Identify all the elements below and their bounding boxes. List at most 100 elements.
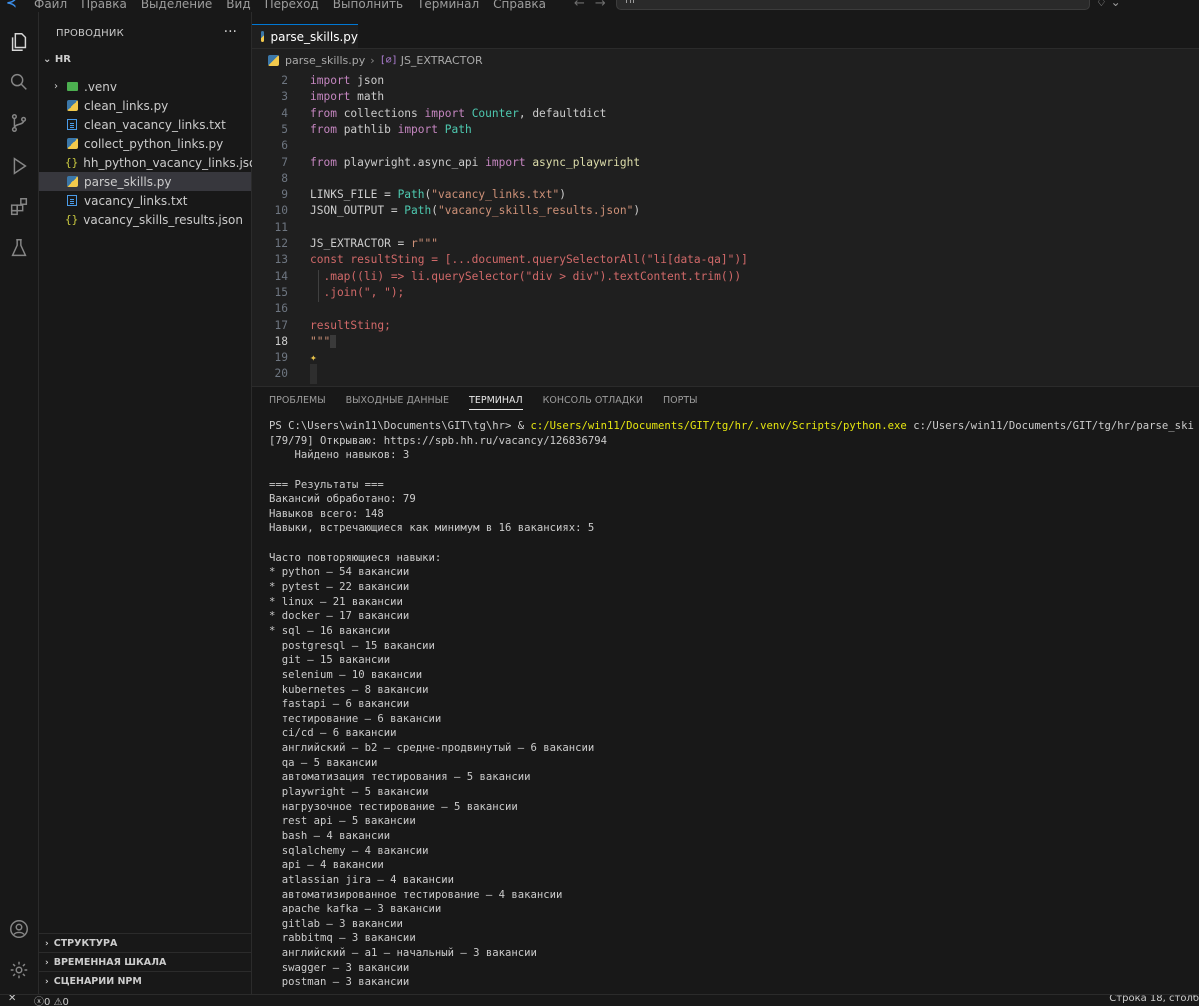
explorer-icon[interactable] — [5, 28, 33, 56]
panel-tab-debug-console[interactable]: КОНСОЛЬ ОТЛАДКИ — [543, 395, 643, 410]
terminal-line: Часто повторяющиеся навыки: — [269, 551, 442, 564]
panel-tab-problems[interactable]: ПРОБЛЕМЫ — [269, 395, 326, 410]
tree-item-label: vacancy_links.txt — [84, 193, 188, 208]
terminal-line: playwright — 5 вакансии — [269, 786, 429, 799]
line-number: 20 — [274, 367, 288, 381]
menu-selection[interactable]: Выделение — [141, 0, 212, 11]
sparkle-icon[interactable]: ✦ — [310, 351, 317, 364]
terminal-line: bash — 4 вакансии — [269, 829, 391, 842]
terminal-line: rest api — 5 вакансии — [269, 815, 416, 828]
section-label: ВРЕМЕННАЯ ШКАЛА — [53, 957, 167, 968]
tab-parse-skills-py[interactable]: parse_skills.py — [252, 24, 358, 48]
extensions-icon[interactable] — [5, 193, 33, 221]
tree-item-label: clean_vacancy_links.txt — [84, 117, 226, 132]
chevron-right-icon: › — [45, 976, 49, 987]
tree-file-parse-skills-py[interactable]: parse_skills.py — [39, 172, 251, 191]
panel-tab-output[interactable]: ВЫХОДНЫЕ ДАННЫЕ — [346, 395, 449, 410]
terminal-command: c:/Users/win11/Documents/GIT/tg/hr/.venv… — [530, 420, 907, 432]
text-file-icon — [67, 195, 77, 206]
tree-item-label: clean_links.py — [84, 98, 169, 113]
breadcrumb-symbol[interactable]: JS_EXTRACTOR — [401, 54, 483, 67]
line-number: 5 — [281, 122, 288, 136]
bottom-panel: ПРОБЛЕМЫ ВЫХОДНЫЕ ДАННЫЕ ТЕРМИНАЛ КОНСОЛ… — [252, 386, 1199, 995]
line-number: 12 — [274, 237, 288, 250]
code-line: import math — [310, 90, 385, 104]
tree-file-collect-python-links-py[interactable]: collect_python_links.py — [39, 134, 279, 153]
terminal-line: postgresql — 15 вакансии — [269, 639, 435, 652]
problems-indicator[interactable]: ⓧ0 ⚠0 — [34, 995, 69, 1006]
menu-go[interactable]: Переход — [265, 0, 319, 11]
python-file-icon — [268, 54, 279, 66]
terminal-output[interactable]: PS C:\Users\win11\Documents\GIT\tg\hr> &… — [269, 419, 1194, 990]
terminal-line: тестирование — 6 вакансии — [269, 712, 442, 725]
account-icon[interactable] — [5, 915, 33, 943]
chevron-right-icon: › — [370, 53, 375, 67]
menu-help[interactable]: Справка — [493, 0, 546, 11]
code-line: .map((li) => li.querySelector("div > div… — [310, 269, 742, 283]
panel-tab-terminal[interactable]: ТЕРМИНАЛ — [469, 395, 523, 410]
menu-edit[interactable]: Правка — [81, 0, 127, 11]
copilot-icon[interactable]: ♢ ⌄ — [1096, 0, 1121, 9]
workspace-root-label: HR — [54, 54, 71, 65]
breadcrumb-file[interactable]: parse_skills.py — [285, 54, 365, 67]
code-line: const resultSting = [...document.querySe… — [310, 253, 748, 267]
search-icon[interactable] — [5, 68, 33, 96]
run-debug-icon[interactable] — [5, 152, 33, 180]
terminal-line: qa — 5 вакансии — [269, 756, 378, 769]
panel-tab-ports[interactable]: ПОРТЫ — [663, 395, 698, 410]
line-number: 4 — [281, 106, 288, 120]
more-actions-icon[interactable]: ··· — [224, 24, 237, 40]
tree-file-clean-links-py[interactable]: clean_links.py — [39, 96, 279, 115]
section-outline[interactable]: › СТРУКТУРА — [39, 933, 251, 953]
section-timeline[interactable]: › ВРЕМЕННАЯ ШКАЛА — [39, 952, 251, 972]
terminal-lines: [79/79] Открываю: https://spb.hh.ru/vaca… — [269, 434, 1194, 990]
json-file-icon: {} — [65, 156, 79, 169]
terminal-line: kubernetes — 8 вакансии — [269, 683, 429, 696]
menu-view[interactable]: Вид — [226, 0, 250, 11]
line-number: 11 — [274, 220, 288, 234]
terminal-line: apache kafka — 3 вакансии — [269, 903, 442, 916]
terminal-line: Навыков всего: 148 — [269, 507, 384, 520]
testing-icon[interactable] — [5, 234, 33, 262]
code-line: JS_EXTRACTOR = r""" — [310, 237, 438, 250]
tab-label: parse_skills.py — [270, 29, 358, 44]
tree-file-vacancy-skills-results-json[interactable]: {} vacancy_skills_results.json — [39, 210, 277, 229]
nav-arrows[interactable]: ←→ — [574, 0, 616, 11]
remote-icon[interactable]: ✕ — [8, 995, 16, 1004]
cursor-position[interactable]: Строка 18, столб — [1109, 995, 1199, 1004]
activity-bar — [0, 12, 39, 994]
settings-gear-icon[interactable] — [5, 956, 33, 984]
explorer-title: ПРОВОДНИК — [56, 28, 124, 39]
line-number: 18 — [274, 334, 288, 348]
terminal-command-arg: c:/Users/win11/Documents/GIT/tg/hr/parse… — [913, 420, 1194, 432]
chevron-down-icon: ⌄ — [43, 54, 52, 65]
terminal-line: sqlalchemy — 4 вакансии — [269, 844, 429, 857]
tree-folder-venv[interactable]: › .venv — [39, 77, 262, 96]
breadcrumb: parse_skills.py › [∅] JS_EXTRACTOR — [252, 52, 483, 68]
python-file-icon — [67, 176, 78, 187]
menu-file[interactable]: Файл — [34, 0, 67, 11]
tree-item-label: .venv — [84, 79, 118, 94]
terminal-line: ci/cd — 6 вакансии — [269, 727, 397, 740]
terminal-line: selenium — 10 вакансии — [269, 668, 423, 681]
code-editor[interactable]: 2 3 4 5 6 7 8 9 10 11 12 13 14 15 16 17 18 19 20 import js… — [252, 68, 1199, 386]
python-file-icon — [67, 100, 78, 111]
source-control-icon[interactable] — [5, 109, 33, 137]
section-npm-scripts[interactable]: › СЦЕНАРИИ NPM — [39, 971, 251, 991]
tree-item-label: vacancy_skills_results.json — [83, 212, 243, 227]
menu-run[interactable]: Выполнить — [333, 0, 403, 11]
menu-terminal[interactable]: Терминал — [417, 0, 479, 11]
tree-file-clean-vacancy-links-txt[interactable]: clean_vacancy_links.txt — [39, 115, 279, 134]
tree-file-vacancy-links-txt[interactable]: vacancy_links.txt — [39, 191, 279, 210]
tree-file-hh-python-vacancy-links-json[interactable]: {} hh_python_vacancy_links.json — [39, 153, 277, 172]
code-line: import json — [310, 74, 385, 87]
text-cursor — [310, 364, 317, 384]
workspace-root[interactable]: ⌄ HR — [43, 54, 71, 65]
text-file-icon — [67, 119, 77, 130]
terminal-line: postman — 3 вакансии — [269, 976, 410, 989]
command-center-search[interactable]: hr — [616, 0, 1090, 10]
terminal-line: автоматизированное тестирование — 4 вака… — [269, 888, 563, 901]
code-line: .join(", "); — [310, 285, 405, 299]
line-number: 7 — [281, 155, 288, 169]
